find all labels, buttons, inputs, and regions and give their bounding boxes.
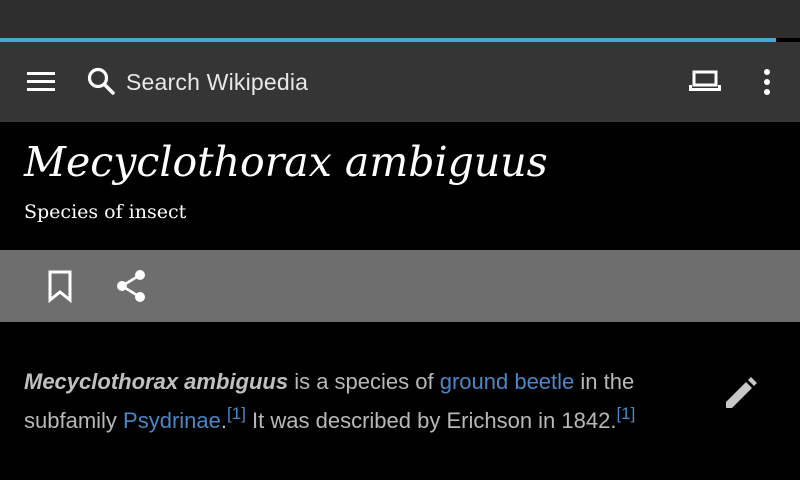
bookmark-icon[interactable]	[40, 266, 80, 306]
pencil-icon[interactable]	[720, 374, 760, 414]
top-toolbar: Search Wikipedia	[0, 42, 800, 122]
page-title: Mecyclothorax ambiguus	[24, 138, 548, 186]
search-input[interactable]: Search Wikipedia	[126, 69, 308, 96]
menu-icon[interactable]	[24, 66, 60, 98]
article-term: Mecyclothorax ambiguus	[24, 369, 289, 394]
link-psydrinae[interactable]: Psydrinae	[123, 408, 221, 433]
status-bar	[0, 0, 800, 38]
link-ground-beetle[interactable]: ground beetle	[440, 369, 575, 394]
lead-text-4: It was described by Erichson in 1842.	[245, 408, 617, 433]
article-action-bar	[0, 250, 800, 322]
search-bar[interactable]: Search Wikipedia	[84, 62, 604, 102]
search-icon	[84, 64, 120, 100]
article-header: Mecyclothorax ambiguus Species of insect	[0, 122, 800, 250]
article-lead-paragraph: Mecyclothorax ambiguus is a species of g…	[24, 362, 714, 440]
lead-text-1: is a species of	[288, 369, 440, 394]
page-description: Species of insect	[24, 201, 187, 223]
reference-link-2[interactable]: [1]	[616, 405, 635, 433]
tabs-icon[interactable]	[686, 64, 724, 100]
share-icon[interactable]	[112, 266, 152, 306]
overflow-menu-icon[interactable]	[752, 64, 782, 100]
reference-link-1[interactable]: [1]	[227, 405, 246, 433]
